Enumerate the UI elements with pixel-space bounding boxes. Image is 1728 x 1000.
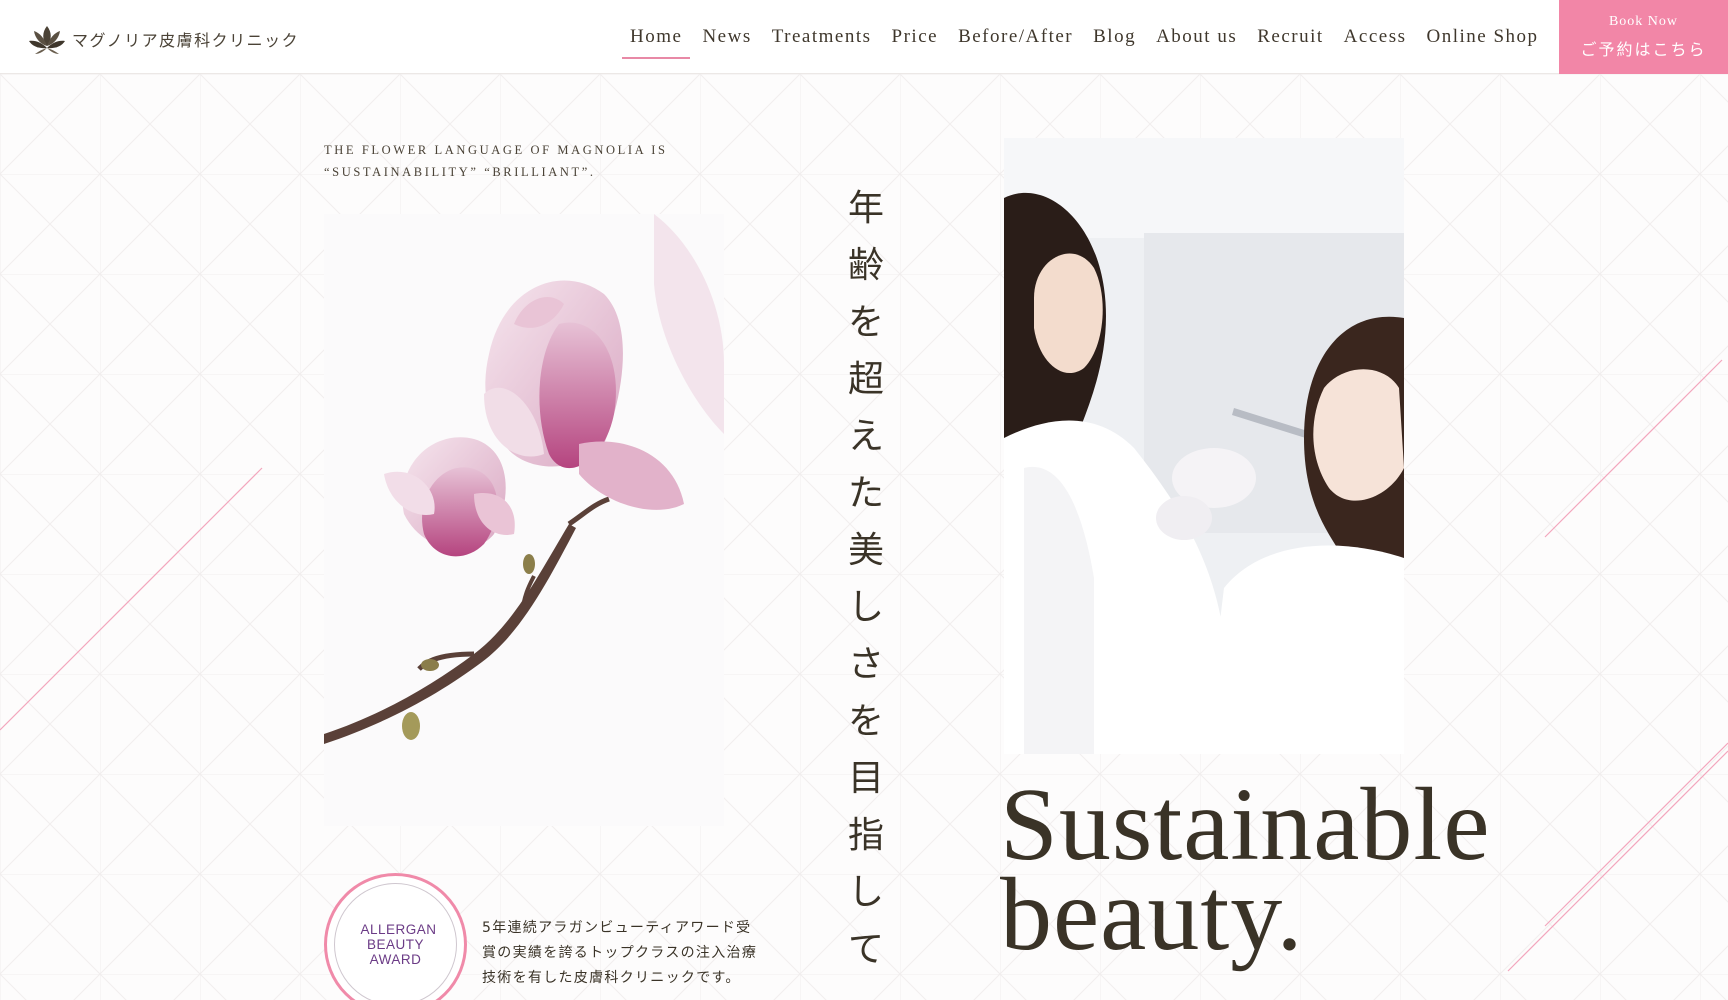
nav-about-us[interactable]: About us	[1146, 0, 1247, 74]
nav-before-after[interactable]: Before/After	[948, 0, 1083, 74]
clinic-logo[interactable]: マグノリア皮膚科クリニック	[28, 22, 299, 56]
hero-tagline: THE FLOWER LANGUAGE OF MAGNOLIA IS “SUST…	[324, 143, 668, 179]
vertical-copy-char: 年	[847, 188, 884, 229]
nav-blog[interactable]: Blog	[1083, 0, 1146, 74]
nav-treatments[interactable]: Treatments	[762, 0, 882, 74]
nav-online-shop[interactable]: Online Shop	[1416, 0, 1548, 74]
magnolia-photo	[324, 214, 724, 826]
nav-price[interactable]: Price	[882, 0, 949, 74]
site-header: マグノリア皮膚科クリニック Home News Treatments Price…	[0, 0, 1728, 74]
vertical-copy-char: え	[847, 416, 884, 457]
vertical-copy-char: 超	[847, 359, 884, 400]
nav-news[interactable]: News	[692, 0, 761, 74]
vertical-copy-char: た	[847, 473, 884, 514]
magnolia-logo-icon	[29, 26, 65, 54]
vertical-copy: 年齢を超えた美しさを目指して	[838, 180, 894, 978]
vertical-copy-char: を	[847, 302, 884, 343]
logo-text: マグノリア皮膚科クリニック	[72, 31, 300, 50]
book-now-button[interactable]: Book Now ご予約はこちら	[1559, 0, 1728, 74]
headline-line-2: beauty.	[1000, 857, 1304, 972]
vertical-copy-char: 美	[847, 530, 884, 571]
award-badge-label: ALLERGAN BEAUTY AWARD	[360, 922, 437, 967]
nav-home[interactable]: Home	[620, 0, 692, 74]
main-nav: Home News Treatments Price Before/After …	[620, 0, 1549, 74]
nav-access[interactable]: Access	[1334, 0, 1417, 74]
vertical-copy-char: さ	[847, 644, 884, 685]
book-now-jp-label: ご予約はこちら	[1580, 40, 1707, 59]
award-description: 5年連続アラガンビューティアワード受賞の実績を誇るトップクラスの注入治療技術を有…	[482, 920, 758, 986]
vertical-copy-char: し	[847, 587, 884, 628]
award-badge-inner: ALLERGAN BEAUTY AWARD	[334, 883, 457, 1000]
hero-headline: Sustainable beauty.	[1000, 773, 1490, 972]
book-now-label: Book Now	[1608, 14, 1679, 29]
vertical-copy-char: 指	[847, 815, 884, 856]
vertical-copy-char: 目	[847, 758, 884, 799]
vertical-copy-char: て	[847, 929, 884, 970]
vertical-copy-char: を	[847, 701, 884, 742]
doctor-treatment-photo	[1004, 138, 1404, 754]
vertical-copy-char: 齢	[847, 245, 884, 286]
vertical-copy-char: し	[847, 872, 884, 913]
nav-recruit[interactable]: Recruit	[1247, 0, 1333, 74]
